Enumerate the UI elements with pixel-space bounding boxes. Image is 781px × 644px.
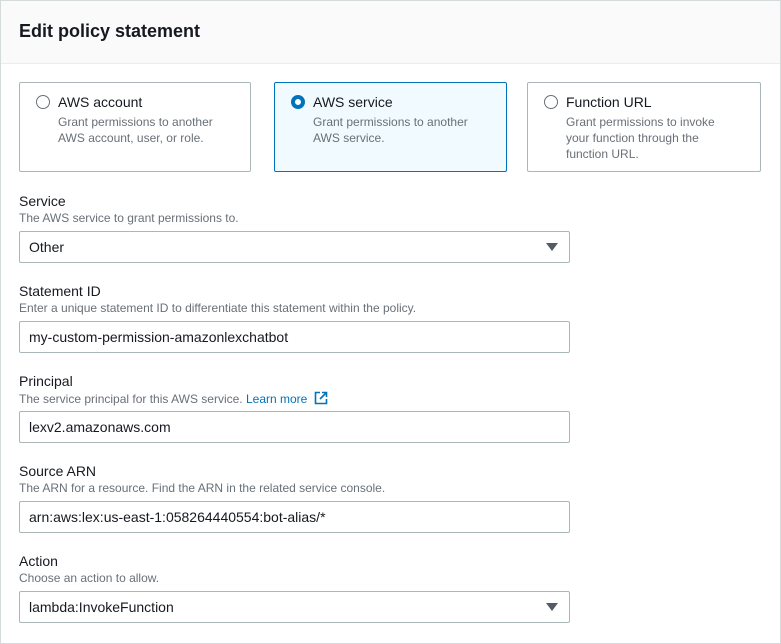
caret-down-icon — [546, 243, 558, 251]
principal-field: Principal The service principal for this… — [19, 373, 570, 443]
source-arn-field: Source ARN The ARN for a resource. Find … — [19, 463, 570, 533]
statement-id-field: Statement ID Enter a unique statement ID… — [19, 283, 570, 353]
caret-down-icon — [546, 603, 558, 611]
learn-more-link[interactable]: Learn more — [246, 392, 307, 406]
tile-title: AWS service — [313, 94, 393, 110]
tile-description: Grant permissions to invoke your functio… — [566, 115, 715, 161]
action-field: Action Choose an action to allow. lambda… — [19, 553, 570, 623]
edit-policy-panel: Edit policy statement AWS account Grant … — [0, 0, 781, 644]
source-arn-label: Source ARN — [19, 463, 97, 479]
service-description: The AWS service to grant permissions to. — [19, 211, 239, 225]
service-field: Service The AWS service to grant permiss… — [19, 193, 570, 263]
aws-service-radio[interactable] — [291, 95, 305, 109]
tile-function-url[interactable]: Function URL Grant permissions to invoke… — [527, 82, 761, 172]
tile-description: Grant permissions to another AWS service… — [313, 115, 468, 145]
tile-title: AWS account — [58, 94, 143, 110]
statement-id-description: Enter a unique statement ID to different… — [19, 301, 417, 315]
principal-description: The service principal for this AWS servi… — [19, 392, 243, 406]
tile-aws-account[interactable]: AWS account Grant permissions to another… — [19, 82, 251, 172]
function-url-radio[interactable] — [544, 95, 558, 109]
action-select-value: lambda:InvokeFunction — [29, 599, 174, 615]
tile-description: Grant permissions to another AWS account… — [58, 115, 213, 145]
tile-title: Function URL — [566, 94, 652, 110]
principal-description-row: The service principal for this AWS servi… — [19, 391, 328, 408]
service-label: Service — [19, 193, 66, 209]
action-select[interactable]: lambda:InvokeFunction — [19, 591, 570, 623]
aws-account-radio[interactable] — [36, 95, 50, 109]
principal-input[interactable]: lexv2.amazonaws.com — [19, 411, 570, 443]
external-link-icon[interactable] — [314, 391, 328, 408]
tile-aws-service[interactable]: AWS service Grant permissions to another… — [274, 82, 507, 172]
principal-label: Principal — [19, 373, 73, 389]
source-arn-description: The ARN for a resource. Find the ARN in … — [19, 481, 386, 495]
action-description: Choose an action to allow. — [19, 571, 160, 585]
statement-id-label: Statement ID — [19, 283, 101, 299]
source-arn-input[interactable]: arn:aws:lex:us-east-1:058264440554:bot-a… — [19, 501, 570, 533]
page-title: Edit policy statement — [19, 21, 201, 41]
action-label: Action — [19, 553, 58, 569]
panel-header: Edit policy statement — [1, 1, 780, 64]
service-select-value: Other — [29, 239, 65, 255]
statement-id-input[interactable]: my-custom-permission-amazonlexchatbot — [19, 321, 570, 353]
service-select[interactable]: Other — [19, 231, 570, 263]
